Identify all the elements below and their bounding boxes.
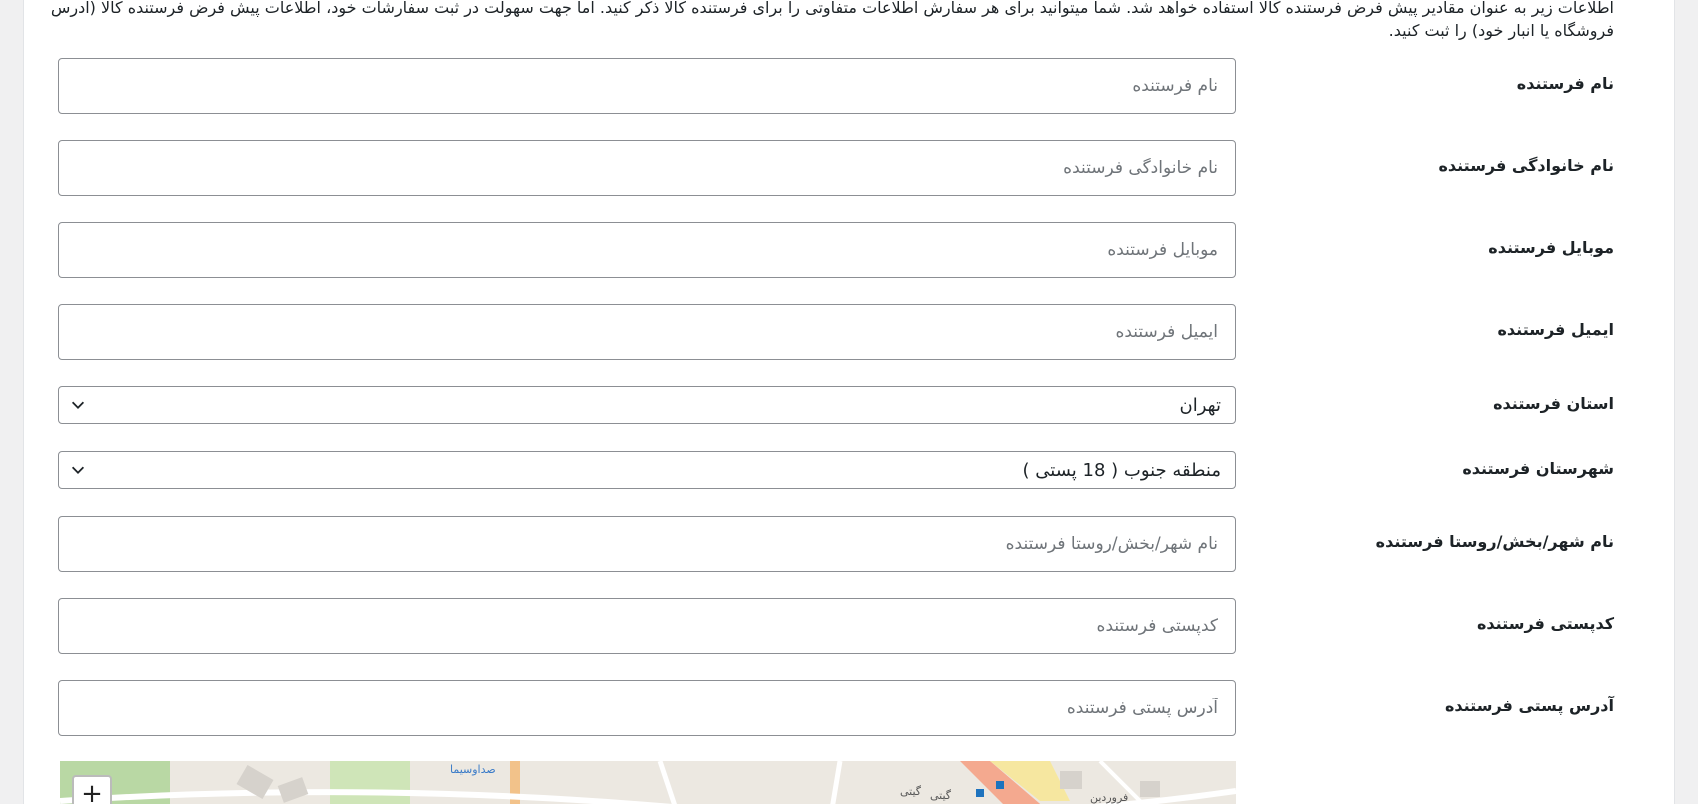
intro-text: اطلاعات زیر به عنوان مقادیر پیش فرض فرست… [50, 0, 1614, 40]
province-label: استان فرستنده [1493, 394, 1614, 413]
city-label: نام شهر/بخش/روستا فرستنده [1375, 532, 1614, 551]
location-map[interactable]: صداوسیما گیتی گیتی فروردین + [60, 761, 1236, 804]
email-input[interactable] [58, 304, 1236, 360]
map-tiles [60, 761, 1236, 804]
settings-panel: اطلاعات زیر به عنوان مقادیر پیش فرض فرست… [24, 0, 1674, 804]
last-name-label: نام خانوادگی فرستنده [1438, 156, 1614, 175]
postcode-label: کدپستی فرستنده [1476, 614, 1614, 633]
address-input[interactable] [58, 680, 1236, 736]
province-select[interactable]: تهران [58, 386, 1236, 424]
first-name-input[interactable] [58, 58, 1236, 114]
postcode-input[interactable] [58, 598, 1236, 654]
county-label: شهرستان فرستنده [1462, 459, 1614, 478]
zoom-in-button[interactable]: + [72, 775, 112, 804]
first-name-label: نام فرستنده [1516, 74, 1614, 93]
email-label: ایمیل فرستنده [1497, 320, 1614, 339]
county-selected-value: منطقه جنوب ( 18 پستی ) [1022, 459, 1221, 481]
last-name-input[interactable] [58, 140, 1236, 196]
county-select[interactable]: منطقه جنوب ( 18 پستی ) [58, 451, 1236, 489]
map-label: صداوسیما [450, 763, 496, 776]
mobile-input[interactable] [58, 222, 1236, 278]
address-label: آدرس پستی فرستنده [1444, 696, 1614, 715]
chevron-down-icon [71, 401, 85, 409]
map-label: گیتی [930, 789, 952, 802]
city-input[interactable] [58, 516, 1236, 572]
mobile-label: موبایل فرستنده [1488, 238, 1614, 257]
province-selected-value: تهران [1179, 394, 1221, 416]
map-label: گیتی [900, 785, 922, 798]
map-label: فروردین [1090, 791, 1129, 804]
chevron-down-icon [71, 466, 85, 474]
